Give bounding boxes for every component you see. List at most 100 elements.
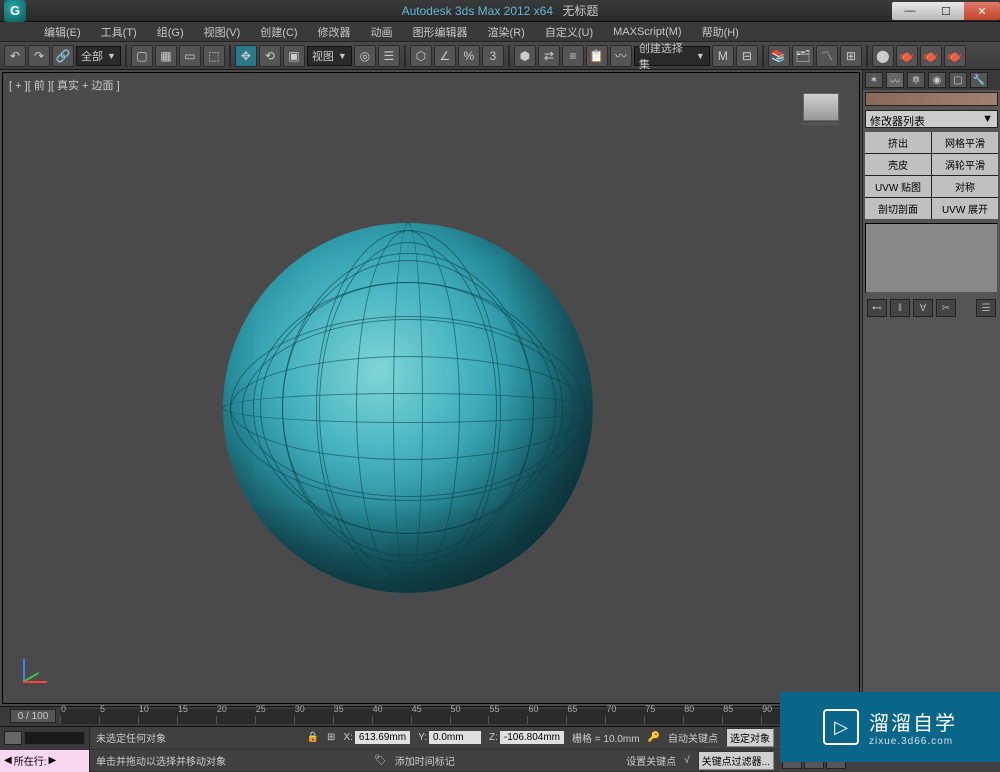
refcoord-dropdown[interactable]: 视图▼ [307, 46, 352, 66]
filter-dropdown[interactable]: 全部▼ [76, 46, 121, 66]
render-frame-button[interactable]: 🫖 [920, 45, 942, 67]
mod-meshsmooth[interactable]: 网格平滑 [932, 132, 998, 153]
watermark-en: zixue.3d66.com [869, 736, 957, 747]
document-name: 无标题 [562, 4, 598, 18]
main-toolbar: ↶ ↷ 🔗 全部▼ ▢ ▦ ▭ ⬚ ✥ ⟲ ▣ 视图▼ ◎ ☰ ⬡ ∠ % 3 … [0, 42, 1000, 70]
modifier-stack[interactable] [865, 223, 998, 293]
menu-anim[interactable]: 动画 [361, 24, 403, 40]
menu-render[interactable]: 渲染(R) [478, 24, 535, 40]
render-button[interactable]: 🫖 [944, 45, 966, 67]
tab-create[interactable]: ✶ [865, 72, 883, 88]
menu-group[interactable]: 组(G) [147, 24, 194, 40]
script-mini[interactable] [0, 727, 89, 750]
mod-slice[interactable]: 剖切剖面 [865, 198, 931, 219]
viewport-label[interactable]: [ + ][ 前 ][ 真实 + 边面 ] [9, 77, 120, 93]
tab-utilities[interactable]: 🔧 [970, 72, 988, 88]
scale-button[interactable]: ▣ [283, 45, 305, 67]
snap-button[interactable]: ⬡ [410, 45, 432, 67]
axis-x-icon [23, 681, 47, 683]
watermark-cn: 溜溜自学 [869, 707, 957, 736]
script-icon[interactable] [4, 731, 22, 745]
align2-button[interactable]: ⊟ [736, 45, 758, 67]
script-input[interactable] [24, 731, 85, 745]
select-name-button[interactable]: ▦ [155, 45, 177, 67]
tab-display[interactable]: ▢ [949, 72, 967, 88]
layer-button[interactable]: 📋 [586, 45, 608, 67]
setkey-button[interactable]: 设置关键点 [626, 753, 676, 768]
tab-modify[interactable]: 〰 [886, 72, 904, 88]
add-time-tag-button[interactable]: 添加时间标记 [395, 753, 455, 768]
configure-button[interactable]: ☰ [976, 299, 996, 317]
tab-motion[interactable]: ◉ [928, 72, 946, 88]
layers-button[interactable]: 📚 [768, 45, 790, 67]
remove-mod-button[interactable]: ✂ [936, 299, 956, 317]
z-input[interactable]: -106.804mm [500, 731, 564, 744]
redo-button[interactable]: ↷ [28, 45, 50, 67]
frame-indicator[interactable]: 0 / 100 [10, 709, 56, 723]
mod-extrude[interactable]: 挤出 [865, 132, 931, 153]
material-button[interactable]: ⬤ [872, 45, 894, 67]
link-button[interactable]: 🔗 [52, 45, 74, 67]
align-button[interactable]: ≡ [562, 45, 584, 67]
graphite-button[interactable]: 🗂 [792, 45, 814, 67]
object-color-swatch[interactable] [865, 92, 998, 106]
axis-tripod [13, 653, 53, 693]
mod-uvwmap[interactable]: UVW 贴图 [865, 176, 931, 197]
script-row[interactable]: ◀所在行:▶ [0, 750, 89, 772]
x-input[interactable]: 613.69mm [355, 731, 410, 744]
menu-create[interactable]: 创建(C) [250, 24, 307, 40]
modifier-list-dropdown[interactable]: 修改器列表▼ [865, 110, 998, 128]
sphere-object[interactable] [223, 223, 593, 593]
mod-turbosmooth[interactable]: 涡轮平滑 [932, 154, 998, 175]
mod-unwrap[interactable]: UVW 展开 [932, 198, 998, 219]
timeline-ruler[interactable]: 051015202530354045505560657075808590 [60, 709, 800, 724]
window-crossing-button[interactable]: ⬚ [203, 45, 225, 67]
keyfilter-button[interactable]: 关键点过滤器... [698, 751, 774, 770]
mod-shell[interactable]: 壳皮 [865, 154, 931, 175]
select-button[interactable]: ▢ [131, 45, 153, 67]
menu-custom[interactable]: 自定义(U) [535, 24, 603, 40]
y-input[interactable]: 0.0mm [429, 731, 481, 744]
autokey-button[interactable]: 自动关键点 [668, 730, 718, 745]
menu-tools[interactable]: 工具(T) [91, 24, 147, 40]
tab-hierarchy[interactable]: 𐄷 [907, 72, 925, 88]
pin-stack-button[interactable]: ⊷ [867, 299, 887, 317]
menu-edit[interactable]: 编辑(E) [34, 24, 91, 40]
viewcube[interactable] [803, 93, 839, 121]
schematic-button[interactable]: ⊞ [840, 45, 862, 67]
pivot-button[interactable]: ◎ [354, 45, 376, 67]
named-sel-button[interactable]: ⬢ [514, 45, 536, 67]
menu-view[interactable]: 视图(V) [194, 24, 251, 40]
move-button[interactable]: ✥ [235, 45, 257, 67]
menu-maxscript[interactable]: MAXScript(M) [603, 26, 691, 38]
mirror-button[interactable]: ⇄ [538, 45, 560, 67]
show-end-button[interactable]: ‖ [890, 299, 910, 317]
render-setup-button[interactable]: 🫖 [896, 45, 918, 67]
viewport[interactable]: [ + ][ 前 ][ 真实 + 边面 ] [2, 72, 860, 704]
minimize-button[interactable]: — [892, 2, 928, 20]
percent-snap-button[interactable]: % [458, 45, 480, 67]
y-label: Y: [418, 732, 427, 743]
curve-editor-button[interactable]: 〰 [610, 45, 632, 67]
menu-modifier[interactable]: 修改器 [308, 24, 361, 40]
refcoord-label: 视图 [312, 48, 334, 64]
app-icon[interactable]: G [4, 0, 26, 22]
menu-help[interactable]: 帮助(H) [692, 24, 749, 40]
menu-grapheditor[interactable]: 图形编辑器 [403, 24, 478, 40]
angle-snap-button[interactable]: ∠ [434, 45, 456, 67]
mod-symmetry[interactable]: 对称 [932, 176, 998, 197]
close-button[interactable]: ✕ [964, 2, 1000, 20]
keymode-dropdown[interactable]: 选定对象 [726, 728, 774, 747]
z-label: Z: [489, 732, 498, 743]
mirror2-button[interactable]: M [712, 45, 734, 67]
make-unique-button[interactable]: ∀ [913, 299, 933, 317]
spinner-snap-button[interactable]: 3 [482, 45, 504, 67]
selset-dropdown[interactable]: 创建选择集▼ [634, 46, 710, 66]
rect-select-button[interactable]: ▭ [179, 45, 201, 67]
status-left: ◀所在行:▶ [0, 727, 90, 772]
curve-button[interactable]: 〽 [816, 45, 838, 67]
maximize-button[interactable]: ☐ [928, 2, 964, 20]
manip-button[interactable]: ☰ [378, 45, 400, 67]
rotate-button[interactable]: ⟲ [259, 45, 281, 67]
undo-button[interactable]: ↶ [4, 45, 26, 67]
